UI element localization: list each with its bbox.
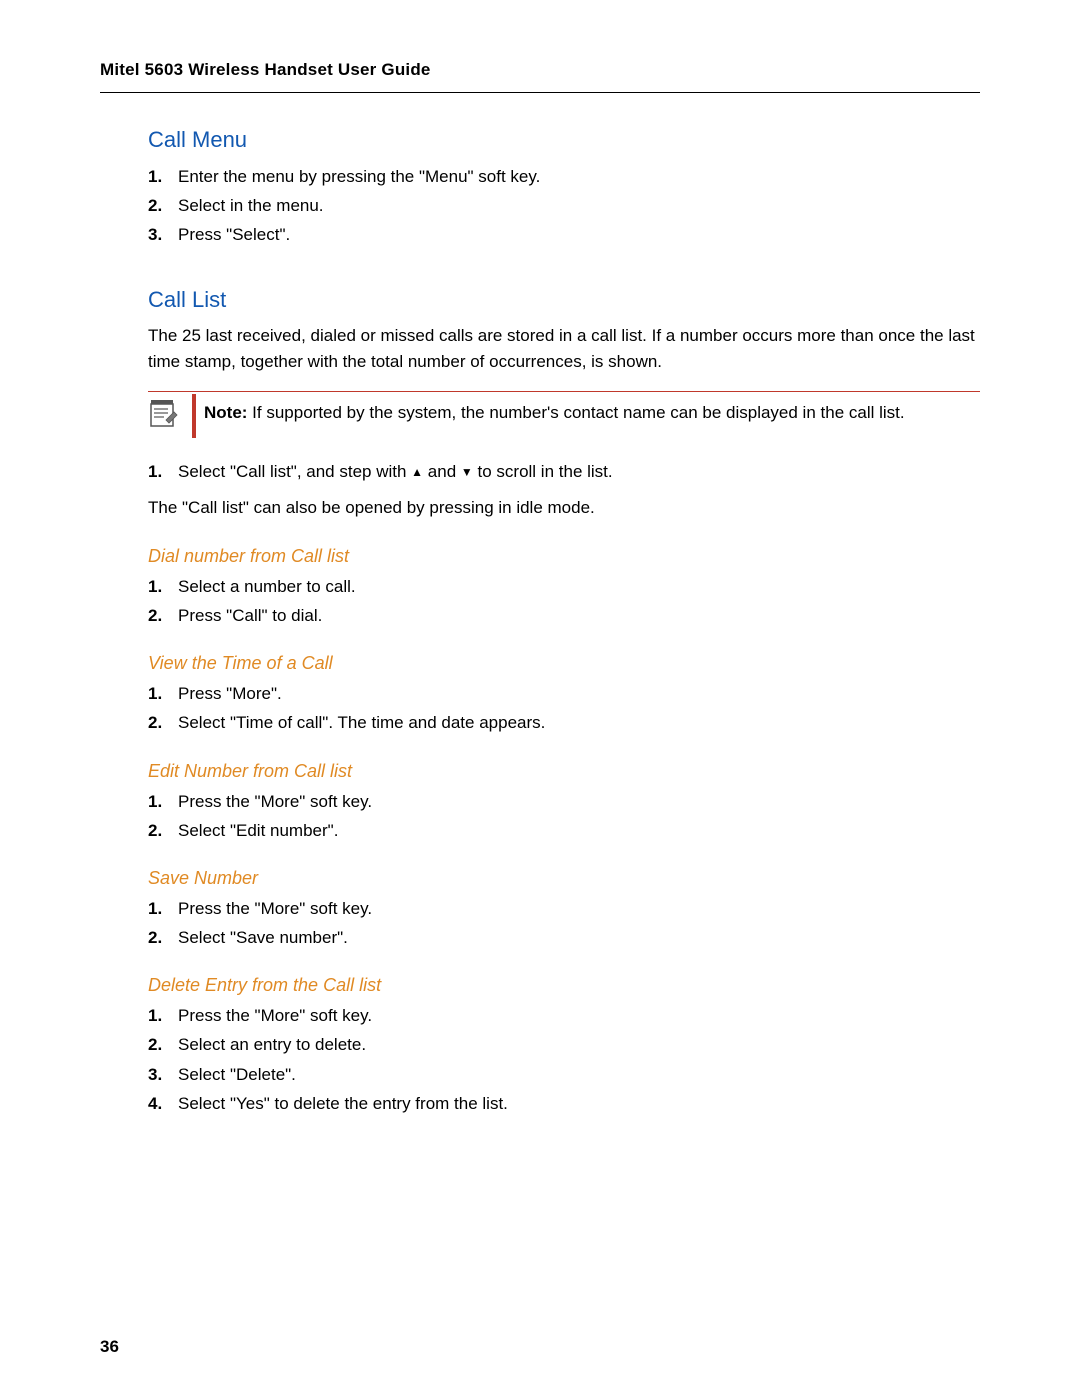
step-number: 3. — [148, 1061, 178, 1088]
steps-delete-entry: 1.Press the "More" soft key. 2.Select an… — [148, 1002, 980, 1117]
step-text: Select "Save number". — [178, 924, 348, 951]
step-text: Press the "More" soft key. — [178, 895, 372, 922]
step-text: Press "Select". — [178, 221, 290, 248]
step-number: 3. — [148, 221, 178, 248]
paragraph-intro: The 25 last received, dialed or missed c… — [148, 323, 980, 376]
text-fragment: to scroll in the list. — [478, 462, 613, 481]
step-text: Enter the menu by pressing the "Menu" so… — [178, 163, 540, 190]
steps-call-menu: 1.Enter the menu by pressing the "Menu" … — [148, 163, 980, 249]
list-item: 2.Select "Edit number". — [148, 817, 980, 844]
step-number: 1. — [148, 163, 178, 190]
page: Mitel 5603 Wireless Handset User Guide C… — [0, 0, 1080, 1397]
subheading-view-time: View the Time of a Call — [148, 653, 980, 674]
triangle-down-icon: ▼ — [461, 463, 473, 482]
page-number: 36 — [100, 1337, 119, 1357]
note-text: Note: If supported by the system, the nu… — [204, 394, 905, 432]
note-label: Note: — [204, 403, 247, 422]
list-item: 1.Press the "More" soft key. — [148, 1002, 980, 1029]
steps-view-time: 1.Press "More". 2.Select "Time of call".… — [148, 680, 980, 736]
step-text: Select "Edit number". — [178, 817, 338, 844]
step-text: Select "Call list", and step with ▲ and … — [178, 458, 613, 485]
subheading-delete-entry: Delete Entry from the Call list — [148, 975, 980, 996]
steps-edit-number: 1.Press the "More" soft key. 2.Select "E… — [148, 788, 980, 844]
step-number: 2. — [148, 924, 178, 951]
step-number: 1. — [148, 895, 178, 922]
list-item: 2.Select in the menu. — [148, 192, 980, 219]
text-fragment: and — [428, 462, 461, 481]
step-text: Select an entry to delete. — [178, 1031, 366, 1058]
list-item: 2.Press "Call" to dial. — [148, 602, 980, 629]
list-item: 1. Select "Call list", and step with ▲ a… — [148, 458, 980, 485]
step-number: 1. — [148, 788, 178, 815]
note-body: If supported by the system, the number's… — [247, 403, 904, 422]
step-text: Press the "More" soft key. — [178, 788, 372, 815]
subheading-edit-number: Edit Number from Call list — [148, 761, 980, 782]
step-number: 2. — [148, 817, 178, 844]
list-item: 2.Select an entry to delete. — [148, 1031, 980, 1058]
step-number: 2. — [148, 1031, 178, 1058]
step-text: Select "Delete". — [178, 1061, 296, 1088]
paragraph-after: The "Call list" can also be opened by pr… — [148, 495, 980, 521]
list-item: 1.Press the "More" soft key. — [148, 895, 980, 922]
step-number: 1. — [148, 573, 178, 600]
heading-call-list: Call List — [148, 287, 980, 313]
list-item: 1.Press the "More" soft key. — [148, 788, 980, 815]
note-bar — [192, 394, 196, 438]
subheading-save-number: Save Number — [148, 868, 980, 889]
step-text: Select "Yes" to delete the entry from th… — [178, 1090, 508, 1117]
step-text: Select in the menu. — [178, 192, 324, 219]
step-number: 4. — [148, 1090, 178, 1117]
step-text: Select "Time of call". The time and date… — [178, 709, 545, 736]
list-item: 1.Press "More". — [148, 680, 980, 707]
note-icon — [148, 398, 184, 435]
step-text: Press the "More" soft key. — [178, 1002, 372, 1029]
step-number: 1. — [148, 1002, 178, 1029]
list-item: 1.Select a number to call. — [148, 573, 980, 600]
triangle-up-icon: ▲ — [411, 463, 423, 482]
step-text: Press "More". — [178, 680, 282, 707]
step-text: Select a number to call. — [178, 573, 356, 600]
subheading-dial-number: Dial number from Call list — [148, 546, 980, 567]
steps-dial-number: 1.Select a number to call. 2.Press "Call… — [148, 573, 980, 629]
list-item: 2.Select "Save number". — [148, 924, 980, 951]
text-fragment: Select "Call list", and step with — [178, 462, 411, 481]
step-number: 2. — [148, 192, 178, 219]
list-item: 1.Enter the menu by pressing the "Menu" … — [148, 163, 980, 190]
step-text: Press "Call" to dial. — [178, 602, 322, 629]
heading-call-menu: Call Menu — [148, 127, 980, 153]
step-number: 2. — [148, 709, 178, 736]
list-item: 3.Press "Select". — [148, 221, 980, 248]
list-item: 3.Select "Delete". — [148, 1061, 980, 1088]
list-item: 2.Select "Time of call". The time and da… — [148, 709, 980, 736]
steps-save-number: 1.Press the "More" soft key. 2.Select "S… — [148, 895, 980, 951]
note-box: Note: If supported by the system, the nu… — [148, 391, 980, 438]
list-item: 4.Select "Yes" to delete the entry from … — [148, 1090, 980, 1117]
step-number: 1. — [148, 680, 178, 707]
running-header: Mitel 5603 Wireless Handset User Guide — [100, 60, 980, 93]
steps-call-list: 1. Select "Call list", and step with ▲ a… — [148, 458, 980, 485]
page-content: Call Menu 1.Enter the menu by pressing t… — [148, 127, 980, 1117]
step-number: 1. — [148, 458, 178, 485]
step-number: 2. — [148, 602, 178, 629]
